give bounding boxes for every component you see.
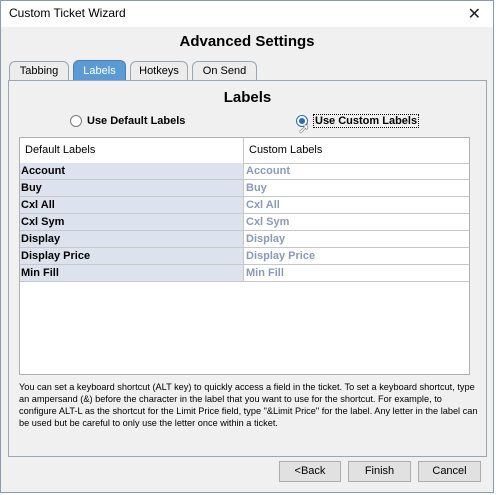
default-label-cell: Buy <box>20 180 244 196</box>
table-header: Default Labels Custom Labels <box>20 138 469 164</box>
custom-label-cell[interactable]: Buy <box>244 180 469 196</box>
help-text: You can set a keyboard shortcut (ALT key… <box>19 382 478 428</box>
table-row[interactable]: Min Fill Min Fill <box>20 265 469 282</box>
radio-button-unchecked[interactable] <box>70 115 82 127</box>
cancel-button[interactable]: Cancel <box>418 461 481 482</box>
radio-custom-label: Use Custom Labels <box>313 114 420 128</box>
custom-label-cell[interactable]: Min Fill <box>244 265 469 281</box>
radio-custom-labels[interactable]: Use Custom Labels <box>296 113 420 129</box>
page-heading: Advanced Settings <box>179 33 315 50</box>
title-bar[interactable]: Custom Ticket Wizard ✕ <box>1 1 493 27</box>
custom-label-cell[interactable]: Cxl Sym <box>244 214 469 230</box>
custom-label-cell[interactable]: Display Price <box>244 248 469 264</box>
custom-label-cell[interactable]: Cxl All <box>244 197 469 213</box>
close-icon[interactable]: ✕ <box>468 4 481 23</box>
default-label-cell: Cxl All <box>20 197 244 213</box>
table-row[interactable]: Account Account <box>20 163 469 180</box>
default-label-cell: Cxl Sym <box>20 214 244 230</box>
default-label-cell: Account <box>20 163 244 179</box>
panel-title: Labels <box>223 89 272 106</box>
labels-table: Default Labels Custom Labels Account Acc… <box>19 137 470 375</box>
back-button[interactable]: <Back <box>279 461 341 482</box>
table-row[interactable]: Buy Buy <box>20 180 469 197</box>
window-title: Custom Ticket Wizard <box>9 6 126 20</box>
default-label-cell: Display Price <box>20 248 244 264</box>
custom-label-cell[interactable]: Display <box>244 231 469 247</box>
tab-on-send[interactable]: On Send <box>192 61 257 80</box>
custom-label-cell[interactable]: Account <box>244 163 469 179</box>
radio-default-labels[interactable]: Use Default Labels <box>70 113 185 129</box>
default-label-cell: Min Fill <box>20 265 244 281</box>
column-header-default[interactable]: Default Labels <box>20 138 244 163</box>
wizard-window: Custom Ticket Wizard ✕ Advanced Settings… <box>0 0 494 493</box>
tab-hotkeys[interactable]: Hotkeys <box>130 61 188 80</box>
table-row[interactable]: Display Display <box>20 231 469 248</box>
table-row[interactable]: Display Price Display Price <box>20 248 469 265</box>
table-row[interactable]: Cxl All Cxl All <box>20 197 469 214</box>
table-row[interactable]: Cxl Sym Cxl Sym <box>20 214 469 231</box>
radio-default-label: Use Default Labels <box>87 115 186 127</box>
tab-tabbing[interactable]: Tabbing <box>9 61 69 80</box>
default-label-cell: Display <box>20 231 244 247</box>
tab-labels[interactable]: Labels <box>73 60 126 81</box>
finish-button[interactable]: Finish <box>348 461 411 482</box>
column-header-custom[interactable]: Custom Labels <box>244 138 468 163</box>
labels-panel: Labels Use Default Labels Use Custom Lab… <box>8 80 487 457</box>
mouse-pointer-icon: ➚ <box>298 121 310 137</box>
